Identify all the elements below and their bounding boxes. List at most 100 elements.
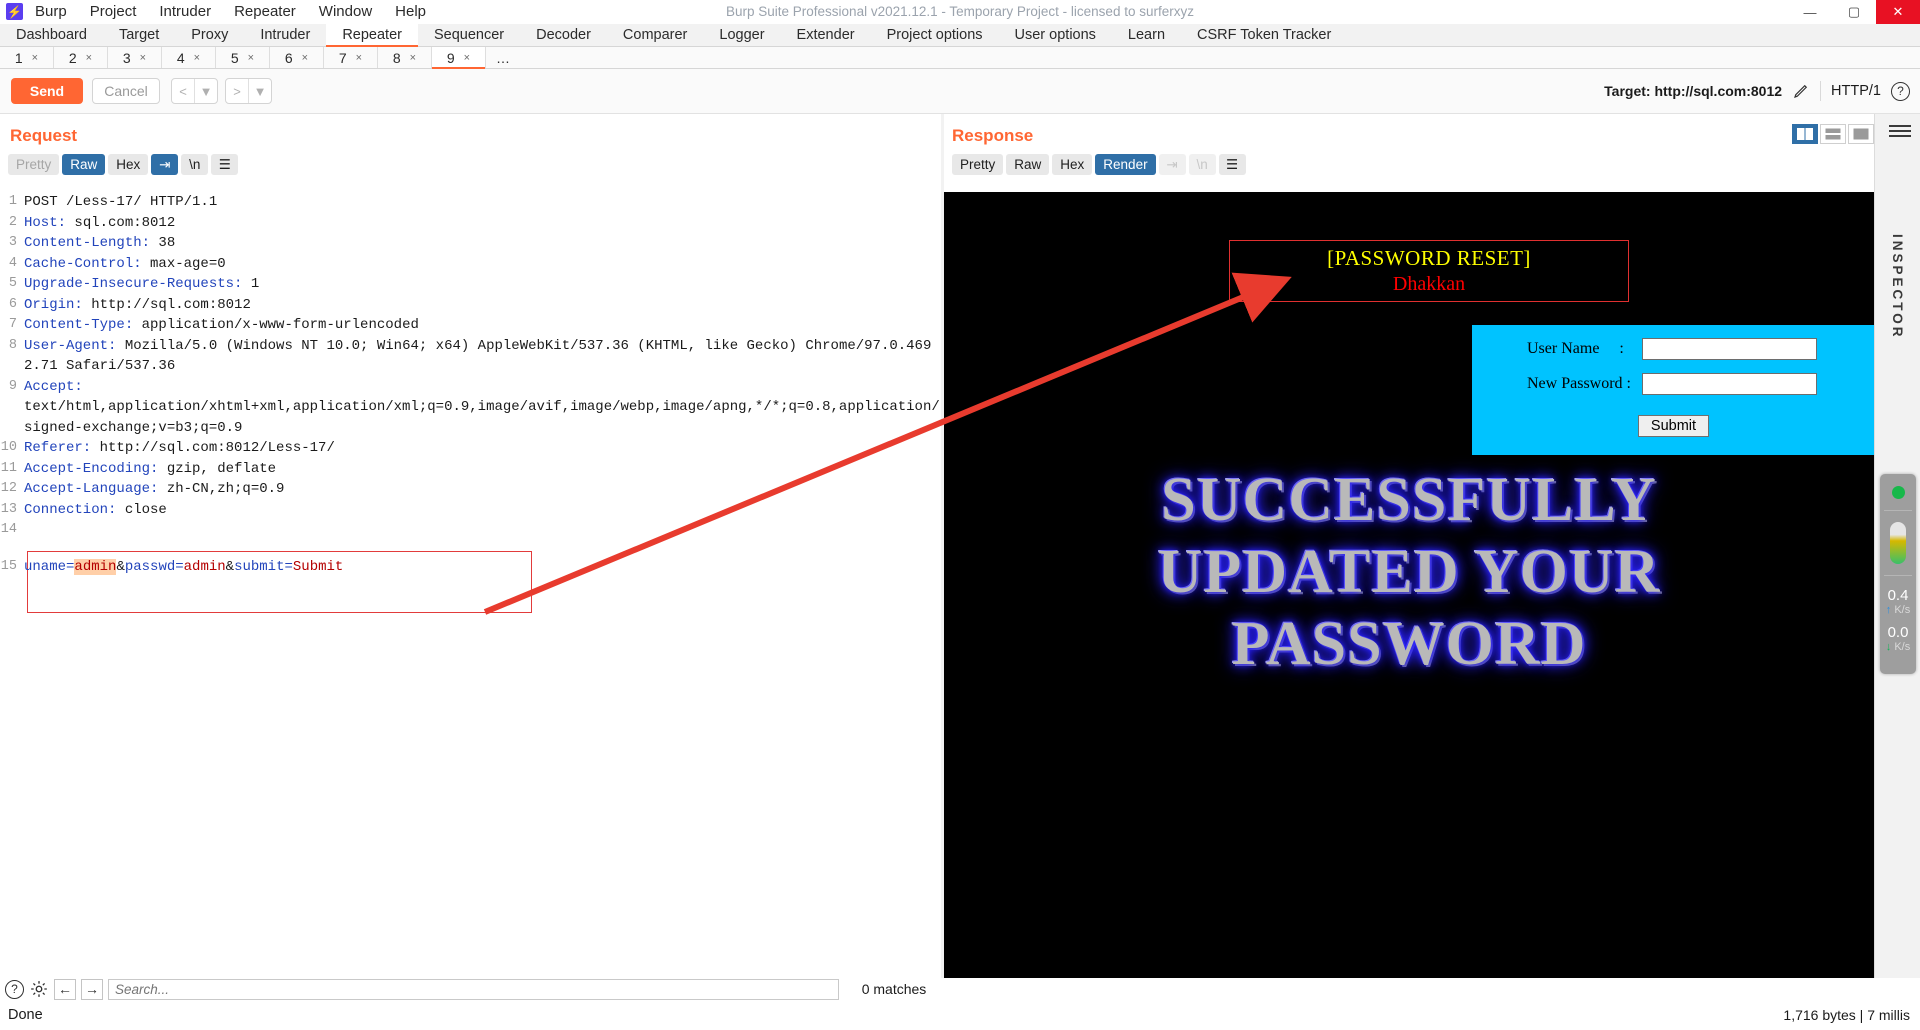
main-tab-decoder[interactable]: Decoder <box>520 24 607 46</box>
close-icon[interactable]: × <box>356 52 362 64</box>
menu-item-project[interactable]: Project <box>90 3 137 20</box>
main-tab-extender[interactable]: Extender <box>781 24 871 46</box>
header-name: Cache-Control: <box>24 255 142 272</box>
layout-single-pane-button[interactable] <box>1848 124 1874 144</box>
maximize-button[interactable]: ▢ <box>1832 0 1876 24</box>
main-tab-sequencer[interactable]: Sequencer <box>418 24 520 46</box>
help-icon[interactable]: ? <box>1891 81 1910 101</box>
request-pane: Request Pretty Raw Hex ⇥ \n ☰ 1 POST /Les… <box>0 114 942 978</box>
search-prev-button[interactable]: ← <box>54 978 76 1000</box>
body-token: & <box>225 558 235 575</box>
close-icon[interactable]: × <box>194 52 200 64</box>
forward-arrow-icon[interactable]: > <box>226 79 248 103</box>
request-tab-hex[interactable]: Hex <box>108 154 149 175</box>
response-tab-raw[interactable]: Raw <box>1006 154 1050 175</box>
repeater-toolbar: Send Cancel < ▼ > ▼ Target: http://sql.c… <box>0 69 1920 114</box>
request-body-text[interactable]: uname=admin&passwd=admin&submit=Submit <box>24 557 942 578</box>
request-tab-raw[interactable]: Raw <box>62 154 106 175</box>
line-number: 11 <box>0 460 17 476</box>
main-tab-dashboard[interactable]: Dashboard <box>0 24 103 46</box>
main-tab-target[interactable]: Target <box>103 24 175 46</box>
search-bar: ? ← → 0 matches <box>0 978 944 1000</box>
response-tab-pretty[interactable]: Pretty <box>952 154 1004 175</box>
gear-icon[interactable] <box>29 979 49 999</box>
close-icon[interactable]: × <box>410 52 416 64</box>
inspector-label[interactable]: INSPECTOR <box>1890 234 1905 340</box>
menu-icon[interactable]: ☰ <box>1218 154 1246 175</box>
repeater-tab-7[interactable]: 7 × <box>324 47 378 68</box>
request-line: 8 User-Agent: Mozilla/5.0 (Windows NT 10.… <box>0 336 942 377</box>
search-next-button[interactable]: → <box>81 978 103 1000</box>
main-tab-learn[interactable]: Learn <box>1112 24 1181 46</box>
main-tab-proxy[interactable]: Proxy <box>175 24 244 46</box>
main-tab-comparer[interactable]: Comparer <box>607 24 703 46</box>
menu-item-burp[interactable]: Burp <box>35 3 67 20</box>
submit-button[interactable]: Submit <box>1637 415 1710 437</box>
forward-dropdown-icon[interactable]: ▼ <box>249 79 271 103</box>
close-icon[interactable]: × <box>140 52 146 64</box>
repeater-tab-8[interactable]: 8 × <box>378 47 432 68</box>
password-input[interactable] <box>1642 373 1817 395</box>
repeater-tab-more[interactable]: … <box>486 47 520 68</box>
repeater-tab-label: 7 <box>338 49 347 66</box>
cancel-button[interactable]: Cancel <box>92 78 160 104</box>
main-tab-project-options[interactable]: Project options <box>871 24 999 46</box>
menu-item-repeater[interactable]: Repeater <box>234 3 296 20</box>
repeater-tab-4[interactable]: 4 × <box>162 47 216 68</box>
close-icon[interactable]: × <box>464 52 470 64</box>
repeater-tab-9[interactable]: 9 × <box>432 47 486 69</box>
back-nav-group[interactable]: < ▼ <box>171 78 218 104</box>
repeater-tab-6[interactable]: 6 × <box>270 47 324 68</box>
close-icon[interactable]: × <box>302 52 308 64</box>
wrap-lines-icon[interactable]: ⇥ <box>151 154 179 175</box>
minimize-button[interactable]: — <box>1788 0 1832 24</box>
search-input[interactable] <box>108 978 839 1000</box>
layout-vertical-split-button[interactable] <box>1792 124 1818 144</box>
menu-icon[interactable]: ☰ <box>211 154 239 175</box>
main-tab-csrf-token-tracker[interactable]: CSRF Token Tracker <box>1181 24 1347 46</box>
menu-item-help[interactable]: Help <box>395 3 426 20</box>
close-icon[interactable]: × <box>86 52 92 64</box>
close-icon[interactable]: × <box>32 52 38 64</box>
line-text: Content-Type: application/x-www-form-url… <box>24 315 942 336</box>
username-input[interactable] <box>1642 338 1817 360</box>
repeater-tab-5[interactable]: 5 × <box>216 47 270 68</box>
newline-icon[interactable]: \n <box>181 154 209 175</box>
header-name: Accept-Encoding: <box>24 460 159 477</box>
banner-title: [PASSWORD RESET] <box>1327 246 1531 270</box>
repeater-tab-2[interactable]: 2 × <box>54 47 108 68</box>
line-number: 8 <box>8 337 17 353</box>
forward-nav-group[interactable]: > ▼ <box>225 78 272 104</box>
close-button[interactable]: ✕ <box>1876 0 1920 24</box>
back-arrow-icon[interactable]: < <box>172 79 194 103</box>
send-button[interactable]: Send <box>11 78 83 104</box>
layout-horizontal-split-button[interactable] <box>1820 124 1846 144</box>
request-body-line: 15 uname=admin&passwd=admin&submit=Submit <box>0 551 942 578</box>
request-tab-pretty[interactable]: Pretty <box>8 154 60 175</box>
repeater-tab-1[interactable]: 1 × <box>0 47 54 68</box>
main-tab-repeater[interactable]: Repeater <box>326 24 418 47</box>
close-icon[interactable]: × <box>248 52 254 64</box>
repeater-tab-label: 1 <box>14 49 23 66</box>
search-matches-label: 0 matches <box>861 981 927 997</box>
response-tab-render[interactable]: Render <box>1095 154 1156 175</box>
repeater-tab-3[interactable]: 3 × <box>108 47 162 68</box>
repeater-tab-label: 4 <box>176 49 185 66</box>
repeater-tab-label: 8 <box>392 49 401 66</box>
help-icon[interactable]: ? <box>5 979 24 999</box>
back-dropdown-icon[interactable]: ▼ <box>195 79 217 103</box>
menu-item-window[interactable]: Window <box>319 3 372 20</box>
http-version-label[interactable]: HTTP/1 <box>1831 83 1881 99</box>
divider <box>1820 81 1822 101</box>
pencil-icon[interactable] <box>1792 82 1810 100</box>
request-editor[interactable]: 1 POST /Less-17/ HTTP/1.1 2 Host: sql.com:8… <box>0 192 942 978</box>
request-code[interactable]: 1 POST /Less-17/ HTTP/1.1 2 Host: sql.com:8… <box>0 192 942 613</box>
header-value: gzip, deflate <box>158 460 277 477</box>
menu-item-intruder[interactable]: Intruder <box>159 3 211 20</box>
main-tab-logger[interactable]: Logger <box>703 24 780 46</box>
hamburger-icon[interactable] <box>1889 122 1911 140</box>
status-dot-icon <box>1891 486 1905 499</box>
main-tab-user-options[interactable]: User options <box>999 24 1112 46</box>
main-tab-intruder[interactable]: Intruder <box>244 24 326 46</box>
response-tab-hex[interactable]: Hex <box>1052 154 1093 175</box>
